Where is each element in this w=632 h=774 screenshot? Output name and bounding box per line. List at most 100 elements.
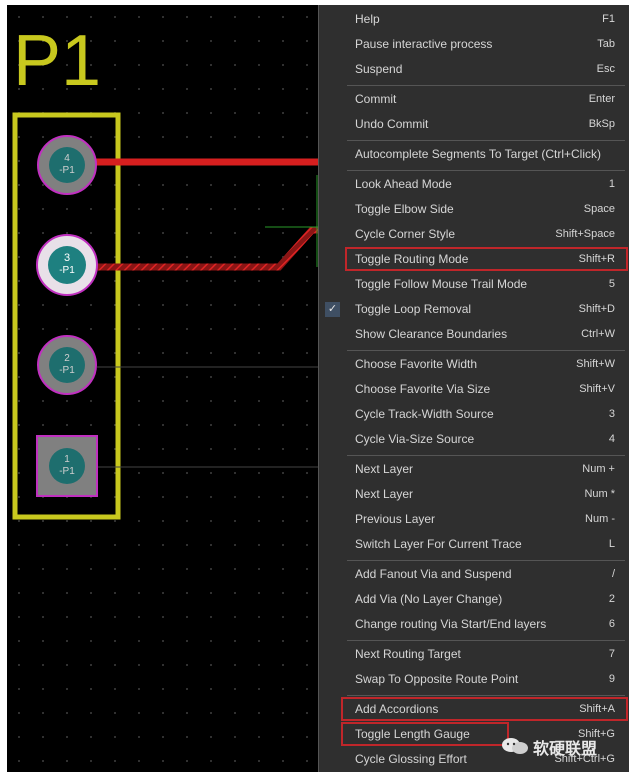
menu-item-next-layer-alt[interactable]: Next Layer Num * xyxy=(319,482,629,507)
menu-item-label: Autocomplete Segments To Target (Ctrl+Cl… xyxy=(355,147,601,161)
menu-separator xyxy=(347,455,625,456)
menu-item-shortcut: Tab xyxy=(597,38,615,50)
menu-item-choose-favorite-width[interactable]: Choose Favorite Width Shift+W xyxy=(319,352,629,377)
menu-item-next-layer[interactable]: Next Layer Num + xyxy=(319,457,629,482)
menu-item-shortcut: Esc xyxy=(596,63,615,75)
component-designator: P1 xyxy=(13,21,101,101)
menu-item-shortcut: Shift+D xyxy=(578,303,615,315)
menu-separator xyxy=(347,350,625,351)
menu-item-label: Toggle Follow Mouse Trail Mode xyxy=(355,277,528,291)
menu-item-autocomplete-segments[interactable]: Autocomplete Segments To Target (Ctrl+Cl… xyxy=(319,142,629,167)
menu-item-shortcut: Shift+W xyxy=(576,358,615,370)
menu-item-label: Choose Favorite Width xyxy=(355,357,478,371)
menu-item-suspend[interactable]: Suspend Esc xyxy=(319,57,629,82)
menu-separator xyxy=(347,85,625,86)
watermark-text: 软硬联盟 xyxy=(533,741,598,758)
menu-item-toggle-follow-mouse-trail[interactable]: Toggle Follow Mouse Trail Mode 5 xyxy=(319,272,629,297)
menu-item-toggle-loop-removal[interactable]: ✓ Toggle Loop Removal Shift+D xyxy=(319,297,629,322)
menu-item-label: Toggle Elbow Side xyxy=(355,202,454,216)
menu-item-label: Show Clearance Boundaries xyxy=(355,327,508,341)
menu-item-shortcut: L xyxy=(608,538,615,550)
menu-item-shortcut: Num - xyxy=(585,513,615,525)
menu-item-look-ahead-mode[interactable]: Look Ahead Mode 1 xyxy=(319,172,629,197)
menu-separator xyxy=(347,170,625,171)
pad-number: 1 xyxy=(64,454,70,465)
pad-net: -P1 xyxy=(59,365,75,376)
menu-item-label: Switch Layer For Current Trace xyxy=(355,537,522,551)
menu-item-shortcut: Ctrl+W xyxy=(581,328,615,340)
menu-item-add-fanout-via[interactable]: Add Fanout Via and Suspend / xyxy=(319,562,629,587)
menu-item-label: Commit xyxy=(355,92,397,106)
pcb-drawing: P1 4 -P1 3 -P1 2 -P1 1 -P1 xyxy=(12,21,327,520)
pad-1[interactable]: 1 -P1 xyxy=(36,435,98,497)
menu-item-switch-layer-current-trace[interactable]: Switch Layer For Current Trace L xyxy=(319,532,629,557)
menu-item-cycle-corner-style[interactable]: Cycle Corner Style Shift+Space xyxy=(319,222,629,247)
pad-net: -P1 xyxy=(59,466,75,477)
menu-item-shortcut: Shift+V xyxy=(579,383,615,395)
menu-item-show-clearance-boundaries[interactable]: Show Clearance Boundaries Ctrl+W xyxy=(319,322,629,347)
menu-item-label: Next Layer xyxy=(355,487,414,501)
menu-item-shortcut: Space xyxy=(583,203,615,215)
menu-item-label: Add Fanout Via and Suspend xyxy=(355,567,512,581)
menu-item-label: Add Via (No Layer Change) xyxy=(355,592,503,606)
annotation-highlight-routing-mode xyxy=(345,247,628,271)
watermark: 软硬联盟 xyxy=(497,733,627,759)
menu-item-label: Next Layer xyxy=(355,462,414,476)
screenshot: P1 4 -P1 3 -P1 2 -P1 1 -P1 Help F1 Pause… xyxy=(0,0,632,774)
menu-item-help[interactable]: Help F1 xyxy=(319,7,629,32)
menu-item-label: Previous Layer xyxy=(355,512,436,526)
menu-item-label: Cycle Via-Size Source xyxy=(355,432,475,446)
menu-item-toggle-elbow-side[interactable]: Toggle Elbow Side Space xyxy=(319,197,629,222)
menu-item-shortcut: Shift+Space xyxy=(555,228,615,240)
pad-4[interactable]: 4 -P1 xyxy=(37,135,97,195)
context-menu: Help F1 Pause interactive process Tab Susp… xyxy=(318,5,629,772)
menu-item-label: Help xyxy=(355,12,380,26)
menu-item-choose-favorite-via-size[interactable]: Choose Favorite Via Size Shift+V xyxy=(319,377,629,402)
annotation-highlight-add-accordions xyxy=(341,697,628,721)
menu-separator xyxy=(347,695,625,696)
menu-item-pause-interactive-process[interactable]: Pause interactive process Tab xyxy=(319,32,629,57)
pad-3[interactable]: 3 -P1 xyxy=(36,234,98,296)
menu-item-previous-layer[interactable]: Previous Layer Num - xyxy=(319,507,629,532)
menu-item-add-via[interactable]: Add Via (No Layer Change) 2 xyxy=(319,587,629,612)
menu-item-shortcut: Enter xyxy=(588,93,615,105)
menu-item-cycle-via-size-source[interactable]: Cycle Via-Size Source 4 xyxy=(319,427,629,452)
menu-item-next-routing-target[interactable]: Next Routing Target 7 xyxy=(319,642,629,667)
menu-item-shortcut: Num + xyxy=(582,463,615,475)
menu-item-cycle-track-width-source[interactable]: Cycle Track-Width Source 3 xyxy=(319,402,629,427)
menu-item-shortcut: 2 xyxy=(608,593,615,605)
menu-item-shortcut: 7 xyxy=(608,648,615,660)
menu-item-shortcut: / xyxy=(611,568,615,580)
menu-item-label: Choose Favorite Via Size xyxy=(355,382,491,396)
menu-item-label: Suspend xyxy=(355,62,403,76)
menu-item-shortcut: 9 xyxy=(608,673,615,685)
menu-item-label: Cycle Corner Style xyxy=(355,227,456,241)
menu-item-shortcut: 4 xyxy=(608,433,615,445)
menu-item-label: Cycle Glossing Effort xyxy=(355,752,467,766)
menu-item-label: Cycle Track-Width Source xyxy=(355,407,494,421)
menu-item-commit[interactable]: Commit Enter xyxy=(319,87,629,112)
menu-item-label: Pause interactive process xyxy=(355,37,493,51)
pad-2[interactable]: 2 -P1 xyxy=(37,335,97,395)
annotation-highlight-length-gauge xyxy=(341,722,509,746)
menu-item-label: Change routing Via Start/End layers xyxy=(355,617,547,631)
menu-item-swap-opposite-route-point[interactable]: Swap To Opposite Route Point 9 xyxy=(319,667,629,692)
menu-item-label: Swap To Opposite Route Point xyxy=(355,672,519,686)
pcb-canvas[interactable]: P1 4 -P1 3 -P1 2 -P1 1 -P1 xyxy=(7,5,327,772)
wechat-icon xyxy=(502,738,528,754)
menu-item-shortcut: Num * xyxy=(584,488,615,500)
pad-net: -P1 xyxy=(59,165,75,176)
menu-item-shortcut: 6 xyxy=(608,618,615,630)
pad-number: 4 xyxy=(64,153,70,164)
menu-separator xyxy=(347,560,625,561)
menu-item-shortcut: F1 xyxy=(602,13,615,25)
menu-separator xyxy=(347,140,625,141)
menu-item-label: Look Ahead Mode xyxy=(355,177,452,191)
menu-item-shortcut: BkSp xyxy=(588,118,615,130)
menu-item-undo-commit[interactable]: Undo Commit BkSp xyxy=(319,112,629,137)
menu-item-shortcut: 1 xyxy=(608,178,615,190)
menu-item-change-routing-via-layers[interactable]: Change routing Via Start/End layers 6 xyxy=(319,612,629,637)
menu-separator xyxy=(347,640,625,641)
pad-number: 2 xyxy=(64,353,70,364)
checkmark-icon: ✓ xyxy=(325,302,340,317)
